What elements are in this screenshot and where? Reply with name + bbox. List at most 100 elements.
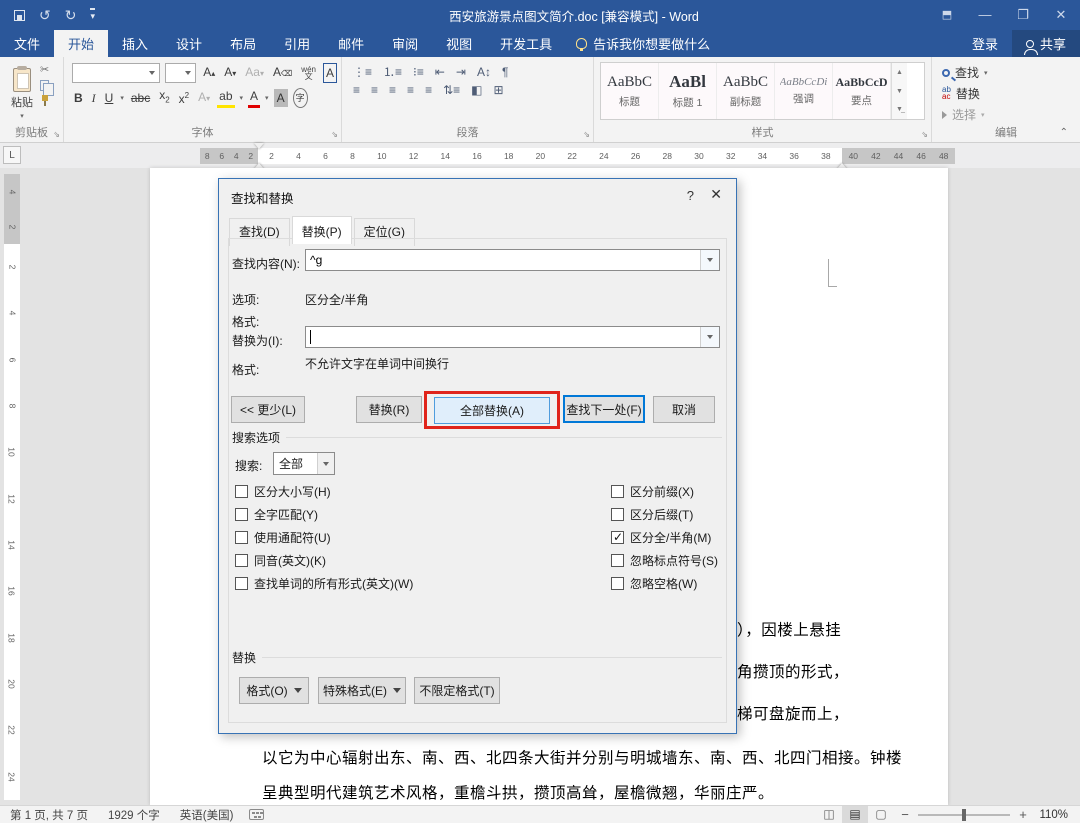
paragraph-marks-icon[interactable]: ¶ [499, 65, 511, 79]
change-case-icon[interactable]: Aa▾ [243, 63, 266, 83]
underline-icon[interactable]: U [103, 89, 116, 107]
bullets-icon[interactable]: ⋮≡ [350, 65, 375, 79]
phonetic-guide-icon[interactable]: wén 文 [299, 65, 318, 80]
format-menu-button[interactable]: 格式(O) [239, 677, 309, 704]
select-button[interactable]: 选择 ▾ [942, 106, 1080, 123]
styles-up-icon[interactable]: ▲ [892, 63, 907, 82]
font-size-combo[interactable] [164, 63, 197, 83]
styles-more-icon[interactable]: ▼̲ [892, 100, 907, 119]
enclose-characters-icon[interactable]: 字 [292, 87, 308, 108]
styles-scrollbar[interactable]: ▲ ▼ ▼̲ [891, 63, 907, 119]
style-card[interactable]: AaBl 标题 1 [659, 63, 717, 119]
borders-icon[interactable]: ⊞ [490, 83, 506, 97]
hruler-left-margin[interactable]: 8642 [200, 148, 258, 164]
undo-icon[interactable]: ↺ [39, 8, 51, 22]
ribbon-tab[interactable]: 插入 [108, 30, 162, 57]
sort-icon[interactable]: A↕ [474, 65, 494, 79]
checkbox-row[interactable]: 使用通配符(U) [235, 530, 413, 545]
line-spacing-icon[interactable]: ⇅≡ [440, 83, 463, 97]
dialog-tab[interactable]: 替换(P) [291, 216, 352, 244]
restore-icon[interactable]: ❐ [1004, 0, 1042, 30]
zoom-level[interactable]: 110% [1034, 809, 1080, 821]
read-mode-icon[interactable]: ◫ [816, 806, 842, 823]
find-next-button[interactable]: 查找下一处(F) [563, 395, 645, 423]
style-card[interactable]: AaBbCcD 要点 [833, 63, 891, 119]
styles-dialog-launcher-icon[interactable]: ⇘ [921, 130, 928, 139]
italic-icon[interactable]: I [90, 89, 98, 107]
align-left-icon[interactable]: ≡ [350, 83, 363, 97]
print-layout-icon[interactable]: ▤ [842, 806, 868, 823]
checkbox[interactable] [235, 530, 248, 544]
styles-down-icon[interactable]: ▼ [892, 82, 907, 101]
ribbon-tab[interactable]: 设计 [162, 30, 216, 57]
find-button[interactable]: 查找 ▾ [942, 64, 1080, 81]
checkbox-row[interactable]: 忽略标点符号(S) [611, 553, 718, 568]
highlight-color-icon[interactable]: ab [217, 87, 235, 109]
paragraph-dialog-launcher-icon[interactable]: ⇘ [583, 130, 590, 139]
find-dropdown-icon[interactable] [700, 250, 719, 270]
share-button[interactable]: 共享 [1011, 30, 1080, 57]
hruler-right-margin[interactable]: 40 42 44 46 48 [842, 148, 955, 164]
text-effects-icon[interactable]: A▾ [196, 88, 212, 108]
checkbox-row[interactable]: 区分前缀(X) [611, 484, 718, 499]
clear-formatting-icon[interactable]: A⌫ [271, 63, 294, 83]
ribbon-tab[interactable]: 视图 [432, 30, 486, 57]
checkbox-row[interactable]: 查找单词的所有形式(英文)(W) [235, 576, 413, 591]
character-border-icon[interactable]: A [322, 63, 337, 83]
strikethrough-icon[interactable]: abc [129, 89, 152, 107]
redo-icon[interactable]: ↻ [65, 8, 77, 22]
align-right-icon[interactable]: ≡ [386, 83, 399, 97]
first-line-indent-marker[interactable] [254, 143, 264, 149]
subscript-icon[interactable]: x2 [157, 86, 171, 109]
checkbox[interactable] [611, 530, 624, 544]
sign-in-button[interactable]: 登录 [958, 34, 1012, 53]
style-card[interactable]: AaBbC 标题 [601, 63, 659, 119]
replace-all-button[interactable]: 全部替换(A) [434, 397, 550, 424]
format-painter-icon[interactable] [40, 95, 50, 106]
character-shading-icon[interactable]: A [273, 88, 288, 107]
search-direction-select[interactable]: 全部 [273, 452, 335, 475]
zoom-in-button[interactable]: + [1012, 807, 1034, 822]
collapse-ribbon-icon[interactable]: ⌃ [1060, 127, 1068, 138]
cut-icon[interactable]: ✂ [40, 65, 50, 76]
minimize-icon[interactable]: — [966, 0, 1004, 30]
checkbox-row[interactable]: 区分大小写(H) [235, 484, 413, 499]
ribbon-tab[interactable]: 邮件 [324, 30, 378, 57]
save-icon[interactable] [14, 9, 25, 21]
special-format-button[interactable]: 特殊格式(E) [318, 677, 406, 704]
checkbox[interactable] [235, 507, 248, 521]
bold-icon[interactable]: B [72, 89, 85, 107]
ribbon-tab[interactable]: 文件 [0, 30, 54, 57]
font-name-combo[interactable] [72, 63, 160, 83]
zoom-slider[interactable] [918, 808, 1010, 821]
checkbox[interactable] [235, 553, 248, 567]
checkbox-row[interactable]: 区分后缀(T) [611, 507, 718, 522]
copy-icon[interactable] [40, 80, 54, 96]
page-indicator[interactable]: 第 1 页, 共 7 页 [0, 807, 98, 823]
dialog-close-icon[interactable]: ✕ [710, 186, 722, 203]
increase-indent-icon[interactable]: ⇥ [453, 65, 469, 79]
cancel-button[interactable]: 取消 [653, 396, 715, 423]
ribbon-tab[interactable]: 引用 [270, 30, 324, 57]
close-icon[interactable]: ✕ [1042, 0, 1080, 30]
checkbox[interactable] [611, 507, 624, 521]
clipboard-dialog-launcher-icon[interactable]: ⇘ [53, 130, 60, 139]
grow-font-icon[interactable]: A▴ [201, 63, 217, 83]
ribbon-tab[interactable]: 布局 [216, 30, 270, 57]
language-indicator[interactable]: 英语(美国) [170, 807, 244, 823]
hruler-text-area[interactable]: 2 4 6 8 10 12 14 16 18 20 22 24 26 28 30 32 34 36 38 [258, 148, 842, 164]
distribute-icon[interactable]: ≡ [422, 83, 435, 97]
dialog-help-icon[interactable]: ? [687, 188, 694, 203]
word-count[interactable]: 1929 个字 [98, 807, 170, 823]
replace-with-input[interactable] [305, 326, 720, 348]
checkbox[interactable] [235, 576, 248, 590]
checkbox-row[interactable]: 忽略空格(W) [611, 576, 718, 591]
numbering-icon[interactable]: ⒈≡ [380, 63, 405, 80]
vertical-ruler[interactable]: 42 2 4 6 8 10 12 14 16 18 20 22 24 [4, 174, 20, 800]
font-color-icon[interactable]: A [248, 87, 261, 109]
checkbox[interactable] [235, 484, 248, 498]
checkbox-row[interactable]: 区分全/半角(M) [611, 530, 718, 545]
decrease-indent-icon[interactable]: ⇤ [432, 65, 448, 79]
ribbon-tab[interactable]: 审阅 [378, 30, 432, 57]
checkbox[interactable] [611, 484, 624, 498]
